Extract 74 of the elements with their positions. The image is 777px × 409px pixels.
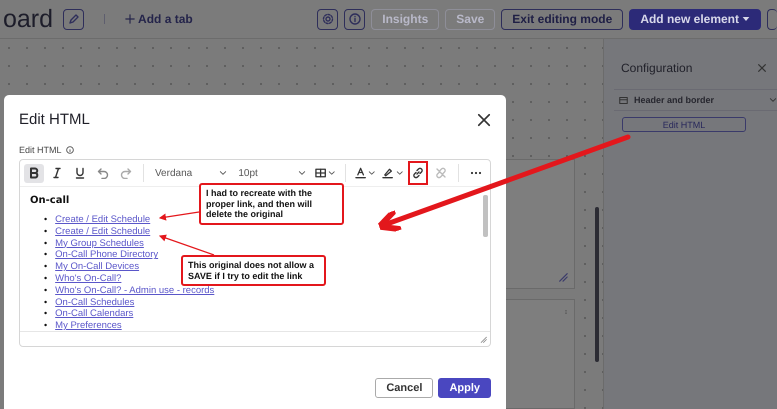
- bold-icon: [28, 167, 40, 179]
- schedule-link[interactable]: My Preferences: [55, 320, 122, 331]
- bullet: •: [44, 308, 48, 320]
- add-tab-button[interactable]: Add a tab: [125, 12, 193, 26]
- chevron-down-icon: [328, 169, 336, 177]
- dashboard-title: oard: [3, 4, 54, 34]
- bullet: •: [44, 261, 48, 273]
- chevron-down-icon: [396, 169, 404, 177]
- schedule-link[interactable]: My On-Call Devices: [55, 261, 140, 273]
- schedule-link[interactable]: Create / Edit Schedule: [55, 214, 150, 226]
- chevron-down-icon: [368, 169, 376, 177]
- table-icon: [315, 167, 326, 179]
- marker-icon: [382, 167, 394, 179]
- apply-button[interactable]: Apply: [438, 378, 491, 398]
- schedule-link[interactable]: My Group Schedules: [55, 238, 144, 250]
- pencil-icon: [68, 13, 80, 25]
- close-icon: [757, 63, 767, 73]
- annotation-arrow: [158, 234, 214, 256]
- annotation-callout: This original does not allow a SAVE if I try to edit the link: [181, 255, 326, 286]
- text-color-icon: [354, 167, 366, 179]
- settings-button[interactable]: [317, 8, 338, 30]
- panel-title: Configuration: [621, 61, 692, 75]
- field-label: Edit HTML: [19, 145, 62, 155]
- info-button[interactable]: [344, 8, 366, 30]
- edit-title-button[interactable]: [63, 8, 84, 30]
- redo-icon: [120, 167, 132, 179]
- chevron-down-icon: [298, 169, 306, 177]
- annotation-arrow: [158, 211, 200, 221]
- dialog-title: Edit HTML: [19, 111, 90, 128]
- annotation-callout: I had to recreate with the proper link, and then will delete the original: [199, 183, 344, 224]
- chevron-down-icon: [769, 96, 777, 104]
- resize-handle-icon: [480, 336, 487, 342]
- bullet: •: [44, 226, 48, 238]
- schedule-link[interactable]: On-Call Calendars: [55, 308, 134, 320]
- schedule-link[interactable]: On-Call Schedules: [55, 296, 134, 308]
- bullet: •: [44, 320, 48, 331]
- cancel-button[interactable]: Cancel: [375, 378, 434, 398]
- font-dropdown[interactable]: Verdana: [150, 168, 232, 178]
- bullet: •: [44, 214, 48, 226]
- size-dropdown[interactable]: 10pt: [234, 168, 310, 178]
- schedule-link[interactable]: On-Call Phone Directory: [55, 249, 158, 262]
- section-label: Header and border: [634, 95, 716, 105]
- settings-icon: [322, 13, 334, 25]
- bullet: •: [44, 249, 48, 262]
- bullet: •: [44, 296, 48, 308]
- undo-icon: [97, 167, 109, 179]
- caret-down-icon: [742, 15, 750, 23]
- edit-html-button[interactable]: Edit HTML: [622, 117, 746, 132]
- schedule-link[interactable]: Create / Edit Schedule: [55, 226, 150, 238]
- add-element-button[interactable]: Add new element: [629, 8, 761, 30]
- underline-icon: [74, 167, 86, 179]
- close-icon: [477, 112, 491, 126]
- bullet: •: [44, 284, 48, 297]
- schedule-link[interactable]: Who's On-Call?: [55, 272, 122, 285]
- section-header[interactable]: Header and border: [614, 89, 777, 111]
- unlink-icon: [435, 167, 448, 179]
- scrollbar-thumb[interactable]: [483, 195, 488, 237]
- info-icon: [348, 13, 361, 25]
- bullet: •: [44, 272, 48, 285]
- schedule-link[interactable]: Who's On-Call? - Admin use - records: [55, 284, 214, 297]
- plus-icon: [125, 14, 136, 24]
- bullet: •: [44, 238, 48, 250]
- info-icon: [66, 146, 74, 154]
- link-icon: [412, 167, 424, 179]
- panel-icon: [619, 96, 628, 104]
- close-button[interactable]: [477, 112, 491, 126]
- chevron-down-icon: [219, 169, 228, 177]
- link-button[interactable]: [408, 161, 428, 185]
- toolbar-button[interactable]: Exit editing mode: [501, 8, 624, 30]
- overflow-button[interactable]: [767, 8, 777, 30]
- content-heading: On-call: [30, 195, 70, 206]
- bold-button[interactable]: [24, 164, 44, 182]
- italic-icon: [51, 167, 63, 179]
- resize-handle-icon: [558, 272, 568, 282]
